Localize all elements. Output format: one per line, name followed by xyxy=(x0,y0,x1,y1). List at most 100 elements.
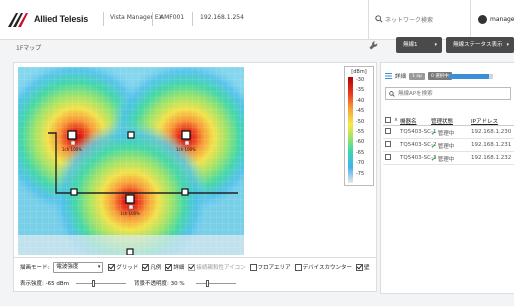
legend-tick: -30 xyxy=(356,77,365,83)
table-row[interactable]: TQ5403-SC-3 ✔ 管理中 192.168.1.232 xyxy=(383,152,514,165)
row-ip: 192.168.1.232 xyxy=(471,155,512,161)
row-status-text: 管理中 xyxy=(437,144,455,150)
column-status[interactable]: 管理状態 xyxy=(431,117,453,125)
brand-name: Allied Telesis xyxy=(34,14,89,24)
usage-bar-track xyxy=(489,74,493,79)
render-mode-select[interactable]: 電波強度 ▾ xyxy=(53,261,104,273)
walls-checkbox[interactable]: 壁 xyxy=(356,263,370,271)
legend-tick: -75 xyxy=(356,170,365,177)
heatmap-panel: 1ch 100% 1ch 100% 1ch 100% [dBm] -30 -35 -… xyxy=(13,62,377,258)
checkbox-checked-icon xyxy=(108,263,116,271)
panel-title: 詳細 xyxy=(395,74,407,80)
map-marker[interactable] xyxy=(70,188,78,196)
network-search-input[interactable] xyxy=(385,13,465,27)
legend-tick: -35 xyxy=(356,87,365,94)
map-marker[interactable] xyxy=(126,248,134,255)
row-status-text: 管理中 xyxy=(437,131,455,137)
legend-unit: [dBm] xyxy=(351,69,367,75)
usage-bar xyxy=(449,74,489,79)
checkbox-unchecked-icon xyxy=(249,263,257,271)
check-icon: ✔ xyxy=(431,156,437,163)
legend-color-bar xyxy=(348,77,353,183)
ap-label: 1ch 100% xyxy=(120,211,140,216)
legend-tick: -60 xyxy=(356,139,365,146)
check-icon: ✔ xyxy=(431,130,437,137)
user-menu[interactable]: manager xyxy=(470,0,514,40)
grid-checkbox[interactable]: グリッド xyxy=(108,263,138,271)
app-name: Vista Manager EX xyxy=(110,14,163,21)
legend-tick: -65 xyxy=(356,149,365,156)
floor-area-checkbox[interactable]: フロアエリア xyxy=(249,263,291,271)
column-ip[interactable]: IPアドレス xyxy=(471,117,498,125)
checkbox-label: グリッド xyxy=(116,265,139,271)
row-status: ✔ 管理中 xyxy=(431,129,454,137)
checkbox-label: 凡例 xyxy=(150,265,162,271)
floor-heatmap[interactable]: 1ch 100% 1ch 100% 1ch 100% xyxy=(18,67,244,255)
wrench-icon[interactable] xyxy=(369,41,378,50)
wireless-select-button[interactable]: 無線1 ▾ xyxy=(396,37,442,53)
legend-tick: -40 xyxy=(356,97,365,104)
wireless-select-label: 無線1 xyxy=(403,42,418,48)
details-checkbox[interactable]: 詳細 xyxy=(165,263,184,271)
display-controls: 描画モード: 電波強度 ▾ グリッド 凡例 詳細 接続親和性アイコン フロアエリ… xyxy=(13,258,377,292)
checkbox-label: 詳細 xyxy=(173,265,185,271)
ap-search[interactable] xyxy=(385,87,511,100)
ap-search-input[interactable] xyxy=(398,89,508,99)
map-marker[interactable] xyxy=(127,131,135,139)
detail-panel: 詳細 1 ap 0 選択中 ∧ 機器名 管理状態 IPアドレス TQ5403-S… xyxy=(380,62,514,294)
legend-tick: -50 xyxy=(356,118,365,125)
sort-icon[interactable]: ∧ xyxy=(394,117,398,123)
legend-tick: -70 xyxy=(356,160,365,167)
chevron-down-icon: ▾ xyxy=(506,42,509,48)
table-header: ∧ 機器名 管理状態 IPアドレス xyxy=(383,115,514,126)
map-marker[interactable] xyxy=(181,188,189,196)
opacity-slider[interactable] xyxy=(196,280,236,287)
ip-address: 192.168.1.254 xyxy=(200,14,244,21)
username: manager xyxy=(490,16,514,23)
ap-count-tag[interactable]: 1 ap xyxy=(409,72,425,80)
wireless-status-button[interactable]: 無線ステータス表示 ▾ xyxy=(446,37,514,53)
top-bar: Allied Telesis Vista Manager EX AMF001 1… xyxy=(0,0,514,40)
checkbox-unchecked-icon xyxy=(294,263,302,271)
chevron-down-icon: ▾ xyxy=(434,42,437,48)
checkbox-checked-icon xyxy=(142,263,150,271)
checkbox-label: デバイスカウンター xyxy=(302,265,352,271)
ap-label: 1ch 100% xyxy=(62,147,82,152)
divider xyxy=(152,12,153,26)
row-ip: 192.168.1.231 xyxy=(471,142,512,148)
network-search[interactable] xyxy=(368,0,470,40)
row-checkbox[interactable] xyxy=(385,128,391,134)
host-name: AMF001 xyxy=(160,14,185,21)
ap-table: ∧ 機器名 管理状態 IPアドレス TQ5403-SC-1 ✔ 管理中 192.16… xyxy=(383,115,514,165)
signal-legend: [dBm] -30 -35 -40 -45 -50 -55 -60 -65 -70 -75 xyxy=(344,66,374,186)
search-icon xyxy=(375,15,383,23)
brand-logo-icon xyxy=(8,13,28,27)
row-status-text: 管理中 xyxy=(437,157,455,163)
legend-checkbox[interactable]: 凡例 xyxy=(142,263,161,271)
row-status: ✔ 管理中 xyxy=(431,155,454,163)
threshold-slider[interactable] xyxy=(76,280,126,287)
user-avatar-icon xyxy=(478,15,487,24)
affinity-icon-checkbox: 接続親和性アイコン xyxy=(188,263,246,271)
column-name[interactable]: 機器名 xyxy=(400,117,417,125)
threshold-label: 表示強度: -65 dBm xyxy=(20,281,69,287)
row-checkbox[interactable] xyxy=(385,154,391,160)
slider-handle[interactable] xyxy=(206,280,209,287)
legend-tick: -45 xyxy=(356,108,365,115)
table-row[interactable]: TQ5403-SC-2 ✔ 管理中 192.168.1.231 xyxy=(383,139,514,152)
checkbox-checked-icon xyxy=(356,263,363,271)
checkbox-checked-icon xyxy=(188,263,196,271)
legend-tick: -55 xyxy=(356,129,365,135)
table-row[interactable]: TQ5403-SC-1 ✔ 管理中 192.168.1.230 xyxy=(383,126,514,139)
list-icon xyxy=(385,73,392,79)
divider xyxy=(103,12,104,26)
row-checkbox[interactable] xyxy=(385,141,391,147)
row-ip: 192.168.1.230 xyxy=(471,129,512,135)
render-mode-value: 電波強度 xyxy=(56,263,79,270)
device-counter-checkbox[interactable]: デバイスカウンター xyxy=(294,263,352,271)
chevron-down-icon: ▾ xyxy=(97,263,101,270)
slider-handle[interactable] xyxy=(91,280,95,287)
ap-label: 1ch 100% xyxy=(176,147,196,152)
select-all-checkbox[interactable] xyxy=(385,117,391,123)
checkbox-label: 接続親和性アイコン xyxy=(196,265,246,271)
